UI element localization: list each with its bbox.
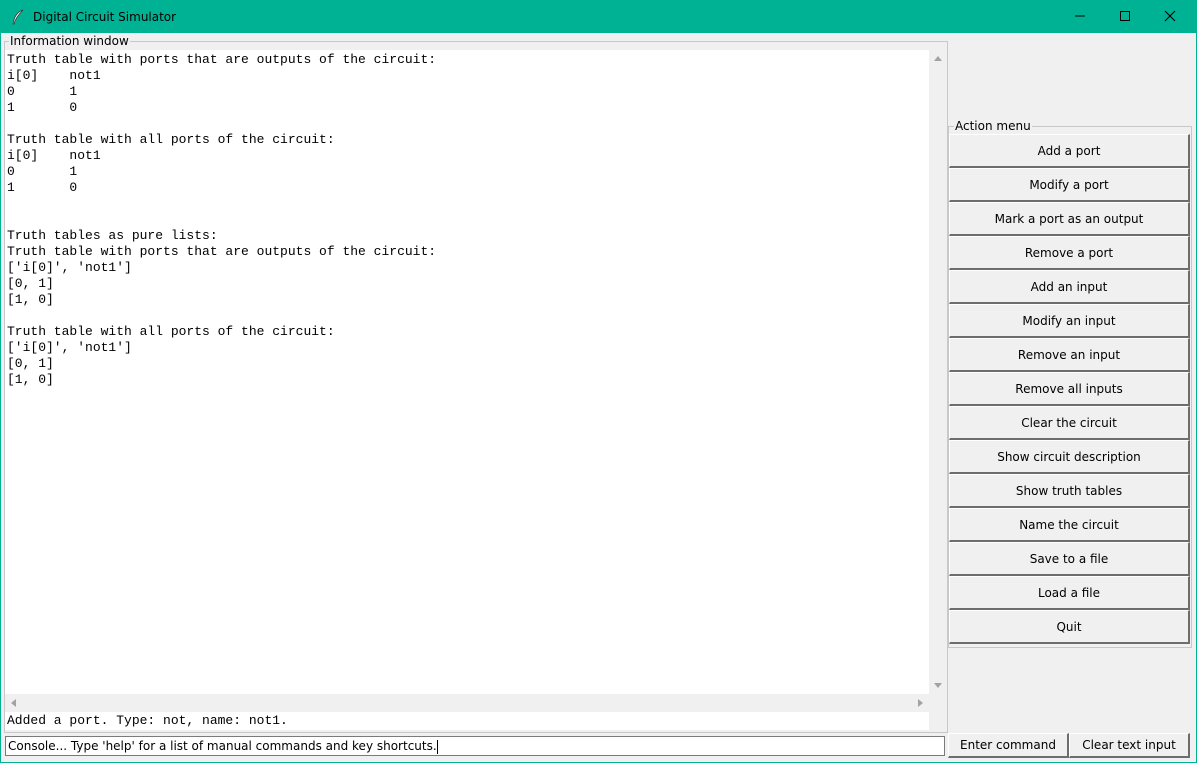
info-line: [1, 0] [7, 372, 54, 387]
info-line: ['i[0]', 'not1'] [7, 260, 132, 275]
add-input-button[interactable]: Add an input [949, 270, 1190, 304]
text-caret [436, 739, 438, 754]
feather-icon [11, 9, 25, 25]
remove-input-button[interactable]: Remove an input [949, 338, 1190, 372]
info-line: Truth tables as pure lists: [7, 228, 218, 243]
add-port-button[interactable]: Add a port [949, 134, 1190, 168]
minimize-icon [1074, 10, 1086, 25]
title-bar[interactable]: Digital Circuit Simulator [1, 1, 1196, 33]
info-line: i[0] not1 [7, 148, 101, 163]
information-text-area[interactable]: Truth table with ports that are outputs … [5, 50, 929, 694]
info-line: Truth table with all ports of the circui… [7, 324, 335, 339]
scroll-up-icon[interactable] [934, 56, 942, 61]
clear-text-input-button[interactable]: Clear text input [1069, 733, 1190, 758]
remove-all-inputs-button[interactable]: Remove all inputs [949, 372, 1190, 406]
console-input-text: Console... Type 'help' for a list of man… [8, 739, 437, 753]
clear-circuit-button[interactable]: Clear the circuit [949, 406, 1190, 440]
close-icon [1164, 10, 1176, 25]
show-truth-tables-button[interactable]: Show truth tables [949, 474, 1190, 508]
horizontal-scrollbar[interactable] [5, 694, 929, 711]
minimize-button[interactable] [1057, 1, 1103, 33]
name-circuit-button[interactable]: Name the circuit [949, 508, 1190, 542]
status-message: Added a port. Type: not, name: not1. [5, 712, 929, 730]
info-line: [0, 1] [7, 356, 54, 371]
load-file-button[interactable]: Load a file [949, 576, 1190, 610]
info-line: 1 0 [7, 180, 78, 195]
save-file-button[interactable]: Save to a file [949, 542, 1190, 576]
maximize-button[interactable] [1102, 1, 1148, 33]
info-line: [0, 1] [7, 276, 54, 291]
modify-port-button[interactable]: Modify a port [949, 168, 1190, 202]
close-button[interactable] [1147, 1, 1193, 33]
info-line: 1 0 [7, 100, 78, 115]
console-input[interactable]: Console... Type 'help' for a list of man… [5, 736, 945, 756]
maximize-icon [1119, 10, 1131, 25]
info-line: [1, 0] [7, 292, 54, 307]
info-line [7, 196, 929, 212]
info-line: 0 1 [7, 164, 78, 179]
information-text: Truth table with ports that are outputs … [5, 50, 929, 388]
action-menu-legend: Action menu [954, 119, 1032, 133]
remove-port-button[interactable]: Remove a port [949, 236, 1190, 270]
quit-button[interactable]: Quit [949, 610, 1190, 644]
scroll-left-icon[interactable] [11, 699, 16, 707]
info-line [7, 116, 929, 132]
info-line [7, 308, 929, 324]
scroll-right-icon[interactable] [918, 699, 923, 707]
info-line: Truth table with all ports of the circui… [7, 132, 335, 147]
information-window-legend: Information window [9, 34, 130, 48]
modify-input-button[interactable]: Modify an input [949, 304, 1190, 338]
show-description-button[interactable]: Show circuit description [949, 440, 1190, 474]
enter-command-button[interactable]: Enter command [948, 733, 1069, 758]
window-title: Digital Circuit Simulator [33, 10, 177, 24]
info-line [7, 212, 929, 228]
info-line: ['i[0]', 'not1'] [7, 340, 132, 355]
scroll-down-icon[interactable] [934, 683, 942, 688]
info-line: Truth table with ports that are outputs … [7, 52, 437, 67]
info-line: Truth table with ports that are outputs … [7, 244, 437, 259]
mark-output-button[interactable]: Mark a port as an output [949, 202, 1190, 236]
info-line: 0 1 [7, 84, 78, 99]
action-menu: Add a port Modify a port Mark a port as … [949, 134, 1190, 644]
info-line: i[0] not1 [7, 68, 101, 83]
vertical-scrollbar[interactable] [929, 50, 946, 694]
